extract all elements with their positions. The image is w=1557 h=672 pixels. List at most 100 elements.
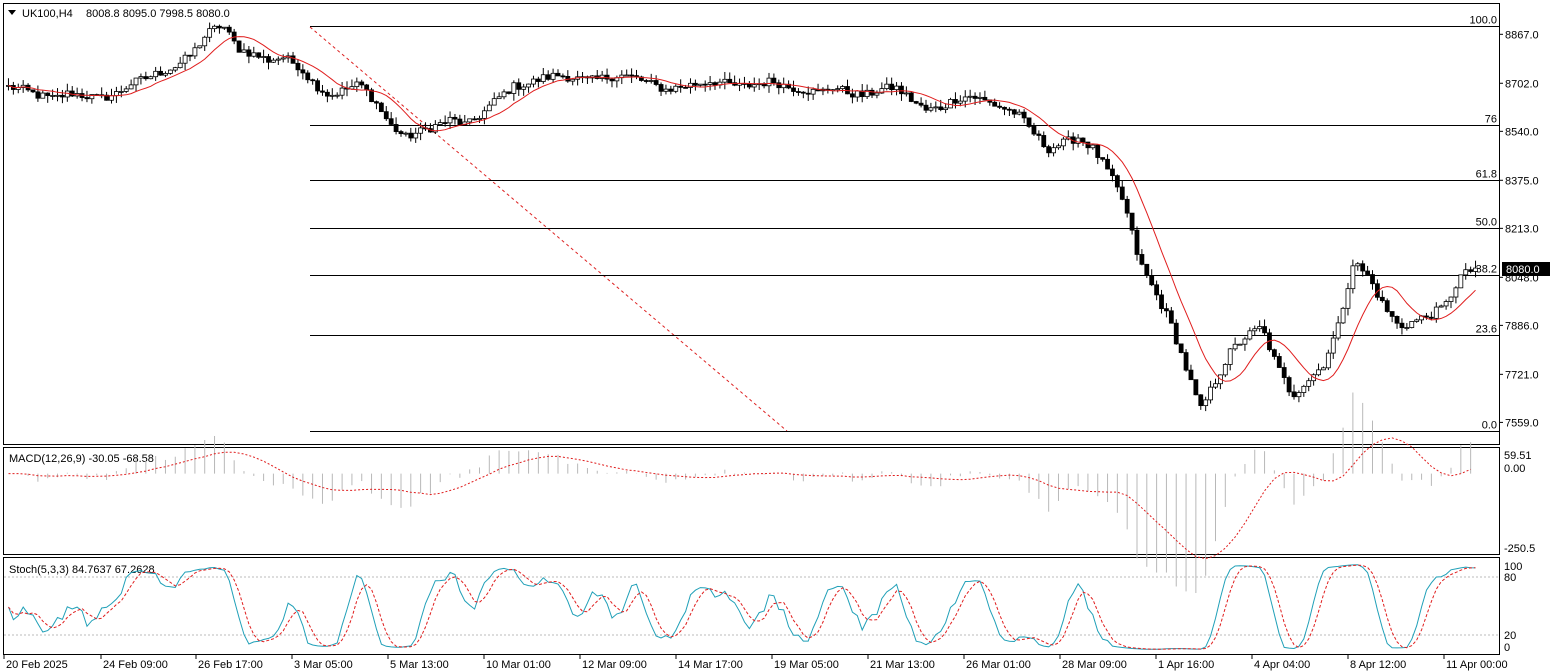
candle-body (1404, 327, 1410, 329)
candle-body (1262, 326, 1267, 334)
candle-body (1090, 144, 1096, 149)
candle-body (226, 26, 232, 33)
candle-body (496, 96, 502, 100)
triangle-down-icon[interactable] (8, 10, 16, 15)
time-tick-label: 14 Mar 17:00 (678, 659, 743, 671)
candle-body (251, 52, 257, 57)
candle-body (1365, 270, 1370, 275)
candle-body (1134, 229, 1140, 255)
candle-body (874, 92, 880, 96)
candle-body (1286, 377, 1292, 393)
candlestick-series (6, 22, 1478, 412)
candle-body (540, 74, 546, 82)
candle-body (854, 90, 860, 98)
candle-body (305, 72, 311, 81)
candle-body (992, 101, 998, 107)
chart-canvas[interactable]: UK100,H4 8008.8 8095.0 7998.5 8080.0 100… (0, 0, 1557, 672)
candle-body (1370, 274, 1375, 285)
candle-body (1424, 315, 1429, 318)
price-tick-label: 8375.0 (1505, 175, 1539, 187)
candle-body (800, 91, 806, 94)
candle-body (55, 94, 60, 97)
candle-body (521, 86, 527, 90)
candle-body (202, 36, 208, 47)
price-tick-label: 8867.0 (1505, 29, 1539, 41)
time-tick-label: 3 Mar 05:00 (294, 659, 353, 671)
candle-body (1345, 288, 1351, 309)
candle-body (1443, 301, 1449, 307)
candle-body (1325, 352, 1331, 369)
candle-body (1041, 135, 1047, 148)
price-axis: 8867.08702.08540.08375.08213.08048.07886… (1499, 29, 1539, 429)
candle-body (275, 58, 281, 61)
candle-body (1168, 310, 1174, 324)
candle-body (246, 49, 252, 57)
candle-body (702, 83, 708, 86)
candle-body (383, 111, 389, 120)
candle-body (491, 98, 497, 106)
candle-body (771, 77, 777, 84)
candle-body (501, 91, 507, 98)
candle-body (1448, 296, 1454, 302)
candle-body (477, 117, 482, 120)
candle-body (388, 118, 394, 125)
candle-body (50, 95, 56, 97)
candle-body (1203, 399, 1209, 407)
candle-body (668, 88, 674, 92)
candle-body (894, 85, 899, 91)
candle-body (1355, 263, 1361, 267)
candle-body (1016, 111, 1022, 115)
macd-signal-line (8, 437, 1471, 560)
candle-body (167, 69, 173, 74)
candle-body (1301, 385, 1307, 393)
candle-body (1051, 147, 1056, 154)
candle-body (261, 56, 267, 58)
candle-body (810, 88, 816, 95)
ohlc-values: 8008.8 8095.0 7998.5 8080.0 (86, 8, 230, 20)
time-tick-label: 10 Mar 01:00 (486, 659, 551, 671)
candle-body (241, 49, 247, 53)
time-tick-label: 26 Mar 01:00 (966, 659, 1031, 671)
candle-body (1007, 108, 1012, 111)
candle-body (884, 83, 890, 90)
candle-body (398, 131, 404, 135)
candle-body (486, 104, 492, 112)
candle-body (40, 92, 46, 99)
candle-body (1409, 321, 1415, 328)
candle-body (1296, 392, 1302, 398)
candle-body (1036, 133, 1042, 136)
candle-body (187, 54, 193, 57)
candle-body (688, 82, 693, 88)
candle-body (369, 89, 374, 103)
candle-body (1026, 117, 1032, 127)
candle-body (663, 88, 669, 92)
candle-body (1060, 138, 1066, 147)
macd-label: MACD(12,26,9) -30.05 -68.58 (9, 453, 154, 465)
candle-body (643, 80, 649, 82)
candle-body (1340, 307, 1346, 324)
candle-body (393, 124, 399, 132)
candle-body (1463, 269, 1469, 276)
candle-body (1110, 168, 1115, 177)
candle-body (467, 118, 473, 123)
candle-body (1100, 157, 1106, 160)
candle-body (1222, 364, 1228, 376)
current-price-label: 8080.0 (1506, 264, 1540, 276)
fib-level-label: 100.0 (1469, 15, 1497, 27)
candle-body (109, 95, 114, 101)
candle-body (835, 88, 841, 91)
candle-body (1119, 186, 1125, 200)
candle-body (158, 70, 163, 76)
candle-body (1139, 254, 1145, 265)
fib-level-label: 50.0 (1476, 217, 1497, 229)
candle-body (290, 55, 296, 64)
candle-body (692, 82, 698, 86)
candle-body (1227, 348, 1233, 365)
candle-body (128, 84, 134, 90)
fibonacci-levels[interactable]: 100.0 76 61.8 50.0 38.2 23.6 0.0 (310, 15, 1499, 432)
stoch-panel-frame (3, 557, 1500, 655)
candle-body (1399, 322, 1405, 329)
candle-body (236, 40, 242, 53)
stoch-tick-0: 0 (1504, 642, 1510, 654)
candle-body (805, 92, 811, 95)
